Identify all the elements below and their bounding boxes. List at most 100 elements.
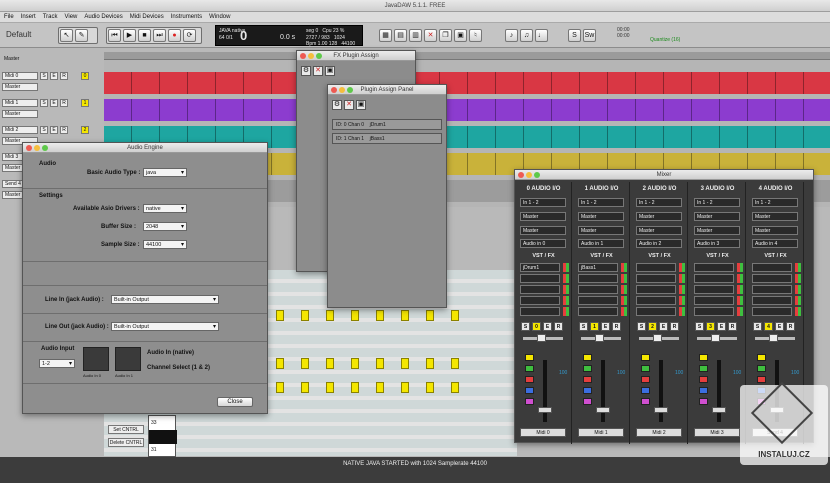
channel-out-2[interactable]: Master <box>520 226 566 235</box>
channel-input[interactable]: Audio in 3 <box>694 239 740 248</box>
menu-audio-devices[interactable]: Audio Devices <box>84 14 122 20</box>
channel-out-1[interactable]: Master <box>578 212 624 221</box>
send-button[interactable] <box>641 387 650 394</box>
edit-button[interactable]: E <box>775 322 784 331</box>
line-out-select[interactable]: Built-in Output <box>111 322 219 331</box>
channel-route[interactable]: In 1 - 2 <box>520 198 566 207</box>
send-button[interactable] <box>641 354 650 361</box>
minimize-dot-icon[interactable] <box>34 145 40 151</box>
insert-slot[interactable] <box>694 274 734 283</box>
quantize-icon[interactable]: ♮ <box>469 29 482 42</box>
note-eighth-icon[interactable]: ♪ <box>505 29 518 42</box>
solo-button[interactable]: S <box>40 99 48 107</box>
insert-slot[interactable] <box>752 296 792 305</box>
midi-note[interactable] <box>326 358 334 369</box>
pan-knob[interactable] <box>711 334 720 342</box>
pan-knob[interactable] <box>595 334 604 342</box>
loop-button[interactable]: ⟳ <box>183 29 196 42</box>
midi-note[interactable] <box>426 382 434 393</box>
solo-button[interactable]: S <box>695 322 704 331</box>
plugin-row-1[interactable]: ID: 1 Chan 1 jBass1 <box>332 133 442 144</box>
midi-note[interactable] <box>451 310 459 321</box>
volume-fader[interactable] <box>712 407 726 413</box>
track-header-1[interactable]: Midi 1 S E R 1 Master <box>0 99 104 123</box>
record-arm-button[interactable]: R <box>612 322 621 331</box>
send-button[interactable] <box>699 376 708 383</box>
insert-slot[interactable] <box>636 263 676 272</box>
channel-out-1[interactable]: Master <box>520 212 566 221</box>
menu-window[interactable]: Window <box>209 14 230 20</box>
stop-button[interactable]: ■ <box>138 29 151 42</box>
pencil-tool-icon[interactable]: ✎ <box>75 29 88 42</box>
midi-note[interactable] <box>451 358 459 369</box>
send-button[interactable] <box>583 387 592 394</box>
track-lane-1[interactable] <box>104 99 830 121</box>
insert-slot[interactable] <box>520 274 560 283</box>
solo-button[interactable]: S <box>40 126 48 134</box>
minimize-dot-icon[interactable] <box>526 172 532 178</box>
zoom-dot-icon[interactable] <box>347 87 353 93</box>
solo-button[interactable]: S <box>40 72 48 80</box>
record-arm-button[interactable]: R <box>554 322 563 331</box>
midi-note[interactable] <box>301 382 309 393</box>
edit-plugin-icon[interactable]: ▣ <box>325 66 335 76</box>
midi-note[interactable] <box>351 358 359 369</box>
channel-out-2[interactable]: Master <box>636 226 682 235</box>
insert-slot[interactable] <box>520 296 560 305</box>
snap-s-button[interactable]: S <box>568 29 581 42</box>
midi-note[interactable] <box>326 310 334 321</box>
minimize-dot-icon[interactable] <box>308 53 314 59</box>
channel-route[interactable]: In 1 - 2 <box>694 198 740 207</box>
send-button[interactable] <box>699 398 708 405</box>
midi-note[interactable] <box>351 382 359 393</box>
channel-input[interactable]: Audio in 0 <box>520 239 566 248</box>
insert-slot[interactable] <box>694 307 734 316</box>
send-button[interactable] <box>699 354 708 361</box>
insert-slot[interactable] <box>578 274 618 283</box>
send-button[interactable] <box>699 387 708 394</box>
audio-in-1-matrix[interactable] <box>115 347 141 371</box>
midi-note[interactable] <box>426 358 434 369</box>
track-name[interactable]: Midi 1 <box>2 99 38 107</box>
snap-sw-button[interactable]: Sw <box>583 29 596 42</box>
remove-plugin-icon[interactable]: ✕ <box>344 100 354 110</box>
record-arm-button[interactable]: R <box>670 322 679 331</box>
pan-knob[interactable] <box>769 334 778 342</box>
track-name[interactable]: Midi 0 <box>2 72 38 80</box>
send-button[interactable] <box>583 376 592 383</box>
menu-view[interactable]: View <box>64 14 77 20</box>
basic-audio-type-select[interactable]: java <box>143 168 187 177</box>
send-button[interactable] <box>641 365 650 372</box>
send-button[interactable] <box>525 376 534 383</box>
solo-button[interactable]: S <box>521 322 530 331</box>
track-header-0[interactable]: Midi 0 S E R 0 Master <box>0 72 104 96</box>
send-button[interactable] <box>699 365 708 372</box>
channel-input[interactable]: Audio in 2 <box>636 239 682 248</box>
add-plugin-icon[interactable]: ⚙ <box>301 66 311 76</box>
edit-button[interactable]: E <box>50 126 58 134</box>
tool-c-icon[interactable]: ▥ <box>409 29 422 42</box>
send-button[interactable] <box>757 376 766 383</box>
forward-button[interactable]: ⏭ <box>153 29 166 42</box>
track-output[interactable]: Master <box>2 110 38 118</box>
edit-button[interactable]: E <box>659 322 668 331</box>
midi-note[interactable] <box>276 358 284 369</box>
audio-input-select[interactable]: 1-2 <box>39 359 75 368</box>
channel-route[interactable]: In 1 - 2 <box>636 198 682 207</box>
record-arm-button[interactable]: R <box>60 126 68 134</box>
midi-note[interactable] <box>426 310 434 321</box>
insert-slot[interactable] <box>752 263 792 272</box>
edit-button[interactable]: E <box>717 322 726 331</box>
send-button[interactable] <box>641 376 650 383</box>
insert-slot[interactable] <box>752 285 792 294</box>
midi-note[interactable] <box>301 310 309 321</box>
volume-fader[interactable] <box>654 407 668 413</box>
solo-button[interactable]: S <box>753 322 762 331</box>
insert-slot[interactable] <box>578 285 618 294</box>
channel-out-1[interactable]: Master <box>694 212 740 221</box>
channel-out-2[interactable]: Master <box>752 226 798 235</box>
midi-note[interactable] <box>401 358 409 369</box>
channel-route[interactable]: In 1 - 2 <box>752 198 798 207</box>
send-button[interactable] <box>757 365 766 372</box>
insert-slot[interactable] <box>636 296 676 305</box>
